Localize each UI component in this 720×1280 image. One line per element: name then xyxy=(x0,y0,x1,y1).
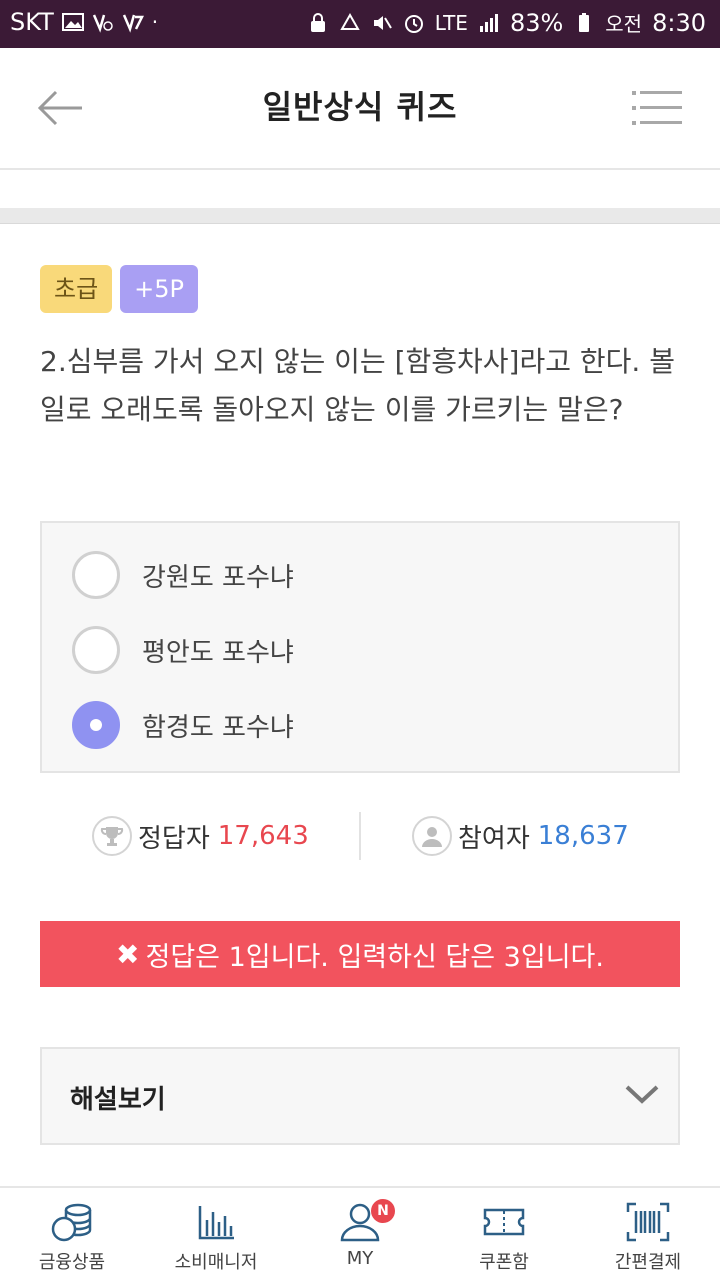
nav-label: 금융상품 xyxy=(38,1252,106,1273)
correct-count: 17,643 xyxy=(217,821,309,851)
nav-item-my[interactable]: N MY xyxy=(288,1199,432,1269)
explanation-label: 해설보기 xyxy=(70,1085,166,1115)
radio-button-selected[interactable] xyxy=(72,701,120,749)
radio-button[interactable] xyxy=(72,551,120,599)
explanation-toggle[interactable]: 해설보기 xyxy=(40,1047,680,1145)
page-title: 일반상식 퀴즈 xyxy=(262,88,458,126)
signal-icon xyxy=(479,13,498,32)
am-pm: 오전 xyxy=(605,12,643,36)
wrong-answer-icon: ✖ xyxy=(116,937,140,971)
barcode-icon xyxy=(626,1202,670,1242)
nav-label: 간편결제 xyxy=(614,1252,682,1273)
question-text: 2.심부름 가서 오지 않는 이는 [함흥차사]라고 한다. 볼일로 오래도록 … xyxy=(40,345,675,426)
stats-divider xyxy=(359,812,361,860)
participants-label: 참여자 xyxy=(458,823,530,854)
participants-count: 18,637 xyxy=(537,821,629,851)
section-divider xyxy=(0,208,720,224)
coins-icon xyxy=(51,1203,92,1242)
recycle-icon xyxy=(339,12,360,30)
nav-label: MY xyxy=(346,1248,374,1269)
bar-chart-icon xyxy=(198,1206,234,1240)
status-bar: SKT · LTE 83% 오전 8:30 xyxy=(0,0,720,48)
ticket-icon xyxy=(483,1208,525,1236)
more-notifications-dot: · xyxy=(151,10,159,34)
carrier-label: SKT xyxy=(10,8,54,36)
nav-label: 쿠폰함 xyxy=(479,1252,529,1273)
result-message: 정답은 1입니다. 입력하신 답은 3입니다. xyxy=(145,941,604,973)
chevron-down-icon xyxy=(625,1085,659,1104)
option-label: 함경도 포수냐 xyxy=(142,712,294,743)
nav-item-easy-pay[interactable]: 간편결제 xyxy=(576,1202,720,1274)
option-label: 평안도 포수냐 xyxy=(142,637,294,668)
nav-label: 소비매니저 xyxy=(174,1252,258,1273)
nav-item-coupons[interactable]: 쿠폰함 xyxy=(432,1202,576,1274)
radio-button[interactable] xyxy=(72,626,120,674)
trophy-icon xyxy=(92,816,132,856)
clock-time: 8:30 xyxy=(652,8,706,37)
answer-options: 강원도 포수냐 평안도 포수냐 함경도 포수냐 xyxy=(40,521,680,773)
answer-option-3[interactable]: 함경도 포수냐 xyxy=(72,699,294,751)
nav-item-spending-manager[interactable]: 소비매니저 xyxy=(144,1202,288,1274)
new-badge: N xyxy=(371,1199,395,1223)
alarm-icon xyxy=(404,14,423,33)
menu-icon[interactable] xyxy=(632,88,682,128)
gallery-notification-icon xyxy=(61,13,84,31)
quiz-stats: 정답자 17,643 참여자 18,637 xyxy=(0,810,720,862)
participants-stat: 참여자 18,637 xyxy=(412,810,629,862)
voicemail-notification-icon xyxy=(92,14,113,33)
answer-option-1[interactable]: 강원도 포수냐 xyxy=(72,549,294,601)
result-banner: ✖ 정답은 1입니다. 입력하신 답은 3입니다. xyxy=(40,921,680,987)
bottom-navigation: 금융상품 소비매니저 N MY 쿠폰함 간편결제 xyxy=(0,1186,720,1280)
quiz-badges: 초급 +5P xyxy=(40,265,199,313)
lock-icon xyxy=(310,12,325,32)
correct-label: 정답자 xyxy=(138,823,210,854)
app-notification-icon xyxy=(122,14,144,33)
battery-icon xyxy=(579,12,590,32)
mute-icon xyxy=(373,15,392,30)
person-icon xyxy=(412,816,452,856)
option-label: 강원도 포수냐 xyxy=(142,562,294,593)
network-type: LTE xyxy=(434,10,468,35)
level-badge: 초급 xyxy=(40,265,113,313)
battery-percent: 83% xyxy=(509,8,564,37)
nav-item-financial-products[interactable]: 금융상품 xyxy=(0,1202,144,1274)
app-header: 일반상식 퀴즈 xyxy=(0,48,720,170)
points-badge: +5P xyxy=(120,265,199,313)
correct-stat: 정답자 17,643 xyxy=(92,810,309,862)
answer-option-2[interactable]: 평안도 포수냐 xyxy=(72,624,294,676)
